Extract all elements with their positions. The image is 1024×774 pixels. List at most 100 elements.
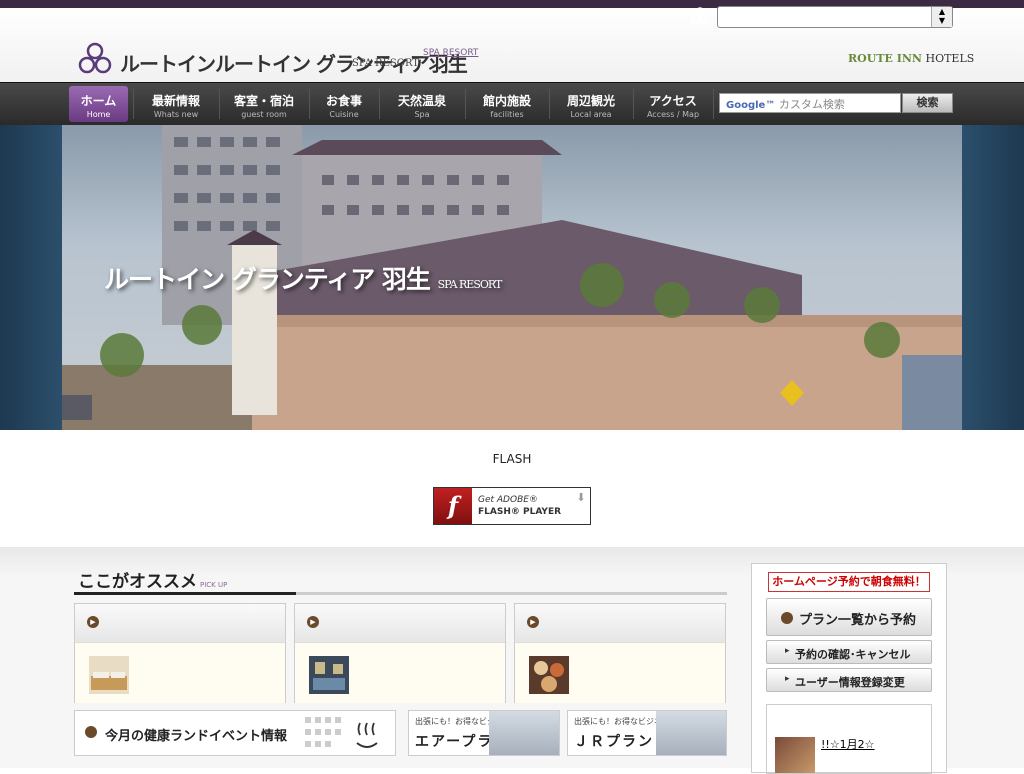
news-link[interactable]: !!☆1月2☆ xyxy=(821,737,927,752)
main-content: ここがオススメ PICK UP ▶ ▶ ▶ 今月の健康ランドイベント情報 出張に… xyxy=(0,547,1024,774)
pickup-card-body xyxy=(75,643,285,703)
nav-spa-label: 天然温泉 xyxy=(397,94,446,108)
event-banner-text: 今月の健康ランドイベント情報 xyxy=(105,729,288,744)
nav-local-area[interactable]: 周辺観光 Local area xyxy=(552,86,630,122)
nav-access-sub: Access / Map xyxy=(646,110,700,119)
reservation-confirm-label: 予約の確認･キャンセル xyxy=(795,648,911,661)
pickup-card-header: ▶ xyxy=(75,604,285,643)
section-divider xyxy=(74,592,727,595)
jr-plan-title: ＪＲプラン xyxy=(574,734,654,750)
pickup-title: ここがオススメ PICK UP xyxy=(78,567,227,592)
nav-local-area-sub: Local area xyxy=(570,110,612,119)
nav-cuisine-sub: Cuisine xyxy=(329,110,359,119)
flash-btn-line1: Get ADOBE® xyxy=(478,495,538,505)
nav-divider xyxy=(379,89,380,119)
reservation-confirm-cancel-button[interactable]: ▸ 予約の確認･キャンセル xyxy=(766,640,932,664)
flash-message: FLASH xyxy=(300,451,724,467)
breakfast-promo-badge[interactable]: ホームページ予約で朝食無料！ xyxy=(768,572,930,592)
nav-facilities-label: 館内施設 xyxy=(482,94,531,108)
pickup-card-body xyxy=(295,643,505,703)
brand-logo[interactable]: ROUTE INN HOTELS xyxy=(848,52,974,65)
nav-divider xyxy=(549,89,550,119)
pickup-card[interactable]: ▶ xyxy=(294,603,506,703)
flash-btn-line2: FLASH® PLAYER xyxy=(478,507,562,517)
select-arrows-icon: ▲ ▼ xyxy=(931,7,952,27)
nav-spa-sub: Spa xyxy=(414,110,430,119)
hero-title-sub: SPA RESORT xyxy=(437,278,503,291)
nav-cuisine-label: お食事 xyxy=(325,94,362,108)
arrow-right-icon: ▸ xyxy=(785,646,790,656)
nav-facilities[interactable]: 館内施設 facilities xyxy=(468,86,546,122)
nav-divider xyxy=(219,89,220,119)
google-logo: Google™ xyxy=(726,100,776,111)
flash-notice: FLASH f Get ADOBE® FLASH® PLAYER ⬇ xyxy=(0,430,1024,547)
health-land-event-banner[interactable]: 今月の健康ランドイベント情報 xyxy=(74,710,396,756)
arrow-right-icon: ▸ xyxy=(785,674,790,684)
cuisine-thumbnail xyxy=(529,656,569,694)
arrow-bullet-icon: ▶ xyxy=(527,616,539,628)
header-desc-link[interactable]: SPA RESORT xyxy=(423,46,703,60)
nav-guest-room[interactable]: 客室・宿泊 guest room xyxy=(222,86,306,122)
nav-access-label: アクセス xyxy=(649,94,697,108)
hotel-photo: ルートイン グランティア 羽生 SPA RESORT xyxy=(62,125,962,430)
plan-list-reserve-label: プラン一覧から予約 xyxy=(799,613,917,628)
logo-sub: SPA RESORT xyxy=(352,58,419,69)
nav-access[interactable]: アクセス Access / Map xyxy=(636,86,710,122)
pickup-title-text: ここがオススメ xyxy=(78,572,197,592)
pickup-card-header: ▶ xyxy=(515,604,725,643)
custom-search-input[interactable]: Google™ カスタム検索 xyxy=(719,93,901,113)
building-image xyxy=(489,711,559,755)
nav-whats-new[interactable]: 最新情報 Whats new xyxy=(136,86,216,122)
nav-home-sub: Home xyxy=(86,110,111,119)
user-info-change-button[interactable]: ▸ ユーザー情報登録変更 xyxy=(766,668,932,692)
calendar-onsen-icon xyxy=(305,717,378,748)
pickup-card-body xyxy=(515,643,725,703)
nav-whats-new-label: 最新情報 xyxy=(151,94,200,108)
hotel-logo-icon xyxy=(691,7,709,24)
pickup-card-header: ▶ xyxy=(295,604,505,643)
nav-home[interactable]: ホーム Home xyxy=(69,86,128,122)
nav-spa[interactable]: 天然温泉 Spa xyxy=(382,86,462,122)
hero-title-text: ルートイン グランティア 羽生 xyxy=(104,265,431,294)
air-plan-banner[interactable]: 出張にも！お得なビジネスプラン エアープラン xyxy=(408,710,560,756)
reservation-sidebar: ホームページ予約で朝食無料！ プラン一覧から予約 ▸ 予約の確認･キャンセル ▸… xyxy=(751,563,947,774)
search-placeholder: カスタム検索 xyxy=(778,98,845,111)
nav-guest-room-label: 客室・宿泊 xyxy=(233,94,294,108)
news-box: !!☆1月2☆ xyxy=(766,704,932,774)
arrow-bullet-icon xyxy=(85,726,97,738)
nav-divider xyxy=(133,89,134,119)
pickup-card[interactable]: ▶ xyxy=(74,603,286,703)
hotel-select-dropdown[interactable]: ▲ ▼ xyxy=(717,6,953,28)
building-image xyxy=(656,711,726,755)
flash-logo-icon: f xyxy=(434,488,472,524)
plan-list-reserve-button[interactable]: プラン一覧から予約 xyxy=(766,598,932,636)
arrow-bullet-icon xyxy=(781,612,793,624)
pickup-title-en: PICK UP xyxy=(200,581,228,589)
nav-cuisine[interactable]: お食事 Cuisine xyxy=(312,86,376,122)
flash-message-line1: FLASH xyxy=(492,452,532,466)
nav-guest-room-sub: guest room xyxy=(241,110,287,119)
arrow-bullet-icon: ▶ xyxy=(307,616,319,628)
pickup-card[interactable]: ▶ xyxy=(514,603,726,703)
main-nav: ホーム Home 最新情報 Whats new 客室・宿泊 guest room… xyxy=(0,82,1024,125)
flash-button-text: Get ADOBE® FLASH® PLAYER xyxy=(478,494,561,518)
nav-divider xyxy=(465,89,466,119)
nav-home-label: ホーム xyxy=(80,94,117,108)
arrow-bullet-icon: ▶ xyxy=(87,616,99,628)
nav-divider xyxy=(633,89,634,119)
hero-title: ルートイン グランティア 羽生 SPA RESORT xyxy=(104,260,503,296)
search-button[interactable]: 検索 xyxy=(902,93,953,113)
nav-local-area-label: 周辺観光 xyxy=(566,94,615,108)
nav-whats-new-sub: Whats new xyxy=(153,110,199,119)
user-info-change-label: ユーザー情報登録変更 xyxy=(795,676,905,689)
download-arrow-icon: ⬇ xyxy=(576,491,586,504)
guest-room-thumbnail xyxy=(89,656,129,694)
logo-icon xyxy=(78,42,112,74)
header-description: SPA RESORT xyxy=(423,46,703,60)
jr-plan-banner[interactable]: 出張にも！お得なビジネスプラン ＪＲプラン xyxy=(567,710,727,756)
nav-divider xyxy=(309,89,310,119)
nav-facilities-sub: facilities xyxy=(490,110,524,119)
get-flash-player-button[interactable]: f Get ADOBE® FLASH® PLAYER ⬇ xyxy=(433,487,591,525)
spa-thumbnail xyxy=(309,656,349,694)
hero-banner: ルートイン グランティア 羽生 SPA RESORT xyxy=(0,125,1024,430)
